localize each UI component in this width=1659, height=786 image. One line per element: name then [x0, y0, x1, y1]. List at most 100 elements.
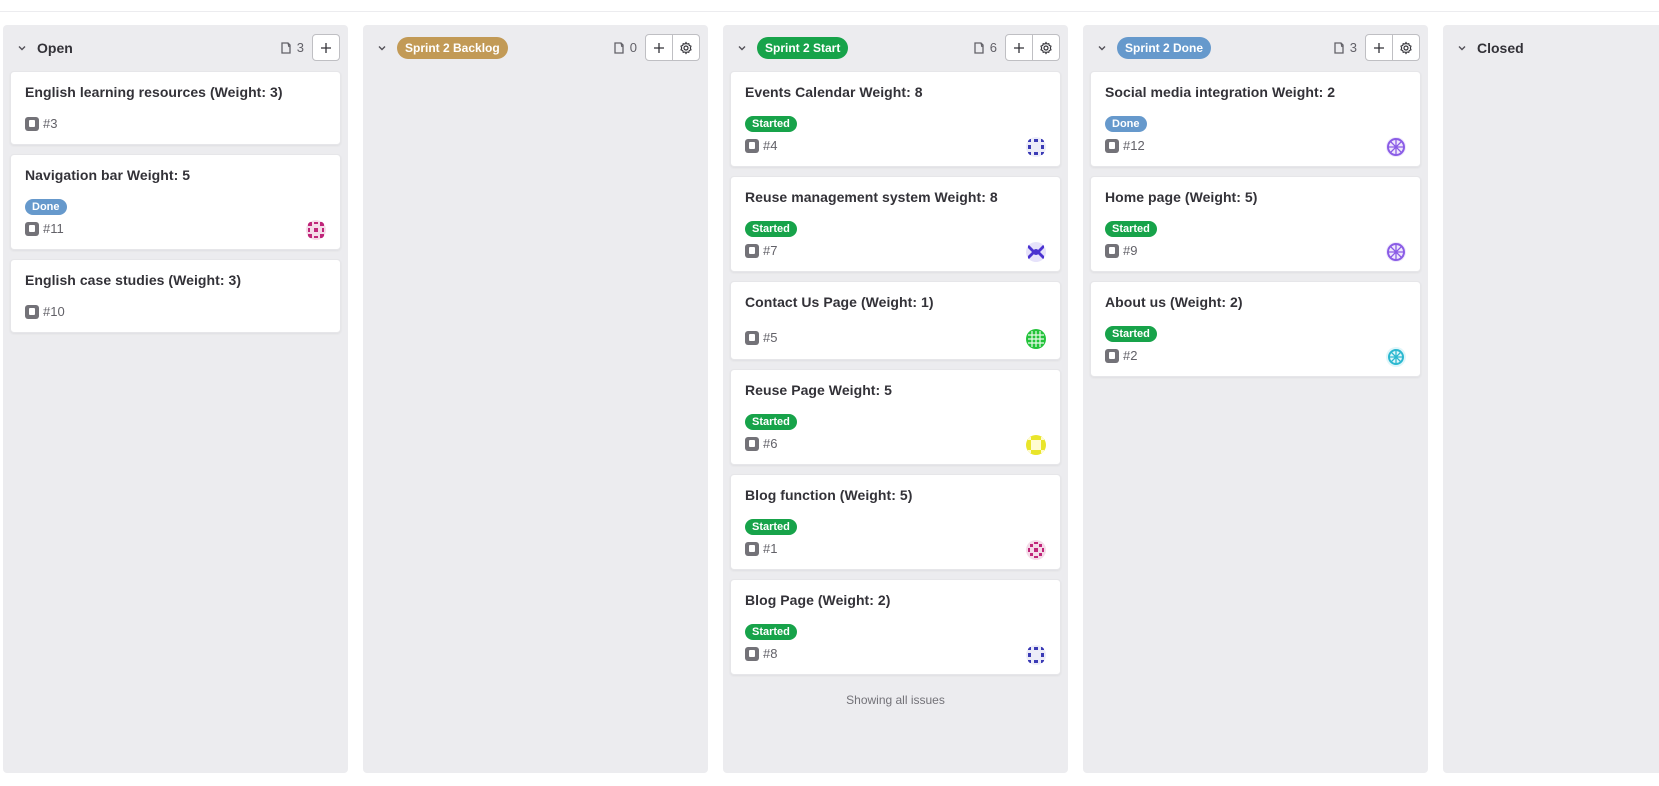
issue-number: #1 — [763, 541, 778, 556]
issue-number: #5 — [763, 330, 778, 345]
issue-card[interactable]: Blog Page (Weight: 2) Started #8 — [730, 579, 1061, 675]
chevron-down-icon[interactable] — [15, 41, 29, 55]
issues-icon — [1334, 41, 1344, 54]
board-column-sprint-2-backlog: Sprint 2 Backlog 0 — [363, 25, 708, 773]
issue-type-icon — [1105, 138, 1119, 153]
issue-card[interactable]: Home page (Weight: 5) Started #9 — [1090, 176, 1421, 272]
issue-number: #7 — [763, 243, 778, 258]
issues-icon — [614, 41, 624, 54]
chevron-down-icon[interactable] — [375, 41, 389, 55]
new-issue-button[interactable] — [1365, 34, 1393, 61]
card-title[interactable]: English case studies (Weight: 3) — [25, 272, 241, 288]
list-settings-button[interactable] — [1392, 34, 1420, 61]
column-header: Sprint 2 Start 6 — [723, 25, 1068, 71]
board-column-open: Open 3 English learning resources (Weigh… — [3, 25, 348, 773]
status-badge[interactable]: Started — [1105, 221, 1157, 237]
issue-card[interactable]: Reuse Page Weight: 5 Started #6 — [730, 369, 1061, 465]
issue-number: #4 — [763, 138, 778, 153]
issue-reference: #12 — [1105, 138, 1145, 153]
issue-reference: #6 — [745, 436, 777, 451]
board-column-closed: Closed — [1443, 25, 1659, 773]
issue-card[interactable]: Contact Us Page (Weight: 1) #5 — [730, 281, 1061, 360]
issue-board: Open 3 English learning resources (Weigh… — [0, 25, 1659, 773]
chevron-down-icon[interactable] — [1455, 41, 1469, 55]
card-title[interactable]: Reuse management system Weight: 8 — [745, 189, 998, 205]
issue-type-icon — [745, 436, 759, 451]
assignee-avatar[interactable] — [1026, 435, 1046, 455]
issue-card[interactable]: Navigation bar Weight: 5 Done #11 — [10, 154, 341, 250]
issue-number: #6 — [763, 436, 778, 451]
assignee-avatar[interactable] — [306, 220, 326, 240]
issue-number: #10 — [43, 304, 65, 319]
issue-type-icon — [745, 138, 759, 153]
status-badge[interactable]: Started — [745, 519, 797, 535]
card-title[interactable]: About us (Weight: 2) — [1105, 294, 1243, 310]
assignee-avatar[interactable] — [1026, 540, 1046, 560]
column-title: Closed — [1477, 40, 1524, 56]
status-badge[interactable]: Started — [1105, 326, 1157, 342]
top-bar — [0, 0, 1659, 12]
assignee-avatar[interactable] — [1026, 645, 1046, 665]
new-issue-button[interactable] — [645, 34, 673, 61]
card-title[interactable]: Home page (Weight: 5) — [1105, 189, 1257, 205]
assignee-avatar[interactable] — [1386, 347, 1406, 367]
status-badge[interactable]: Done — [1105, 116, 1147, 132]
card-title[interactable]: Blog function (Weight: 5) — [745, 487, 912, 503]
status-badge[interactable]: Started — [745, 116, 797, 132]
issue-type-icon — [745, 541, 759, 556]
issue-reference: #5 — [745, 330, 777, 345]
assignee-avatar[interactable] — [1026, 137, 1046, 157]
issue-card[interactable]: Reuse management system Weight: 8 Starte… — [730, 176, 1061, 272]
chevron-down-icon[interactable] — [735, 41, 749, 55]
issue-card[interactable]: English case studies (Weight: 3) #10 — [10, 259, 341, 333]
column-label[interactable]: Sprint 2 Done — [1117, 37, 1212, 59]
issue-card[interactable]: Social media integration Weight: 2 Done … — [1090, 71, 1421, 167]
list-settings-button[interactable] — [1032, 34, 1060, 61]
issue-count: 6 — [972, 40, 997, 55]
status-badge[interactable]: Started — [745, 624, 797, 640]
assignee-avatar[interactable] — [1026, 329, 1046, 349]
issue-number: #9 — [1123, 243, 1138, 258]
issue-number: #8 — [763, 646, 778, 661]
board-column-sprint-2-start: Sprint 2 Start 6 Events Calendar Weight:… — [723, 25, 1068, 773]
card-title[interactable]: Events Calendar Weight: 8 — [745, 84, 923, 100]
card-title[interactable]: Social media integration Weight: 2 — [1105, 84, 1335, 100]
issue-count: 3 — [279, 40, 304, 55]
column-label[interactable]: Sprint 2 Start — [757, 37, 849, 59]
column-header: Closed — [1443, 25, 1659, 71]
new-issue-button[interactable] — [312, 34, 340, 61]
issue-type-icon — [25, 221, 39, 236]
status-badge[interactable]: Started — [745, 414, 797, 430]
issue-type-icon — [745, 330, 759, 345]
card-title[interactable]: Blog Page (Weight: 2) — [745, 592, 890, 608]
column-title: Open — [37, 40, 73, 56]
chevron-down-icon[interactable] — [1095, 41, 1109, 55]
plus-icon — [1014, 42, 1024, 53]
issue-card[interactable]: About us (Weight: 2) Started #2 — [1090, 281, 1421, 377]
new-issue-button[interactable] — [1005, 34, 1033, 61]
issue-card[interactable]: English learning resources (Weight: 3) #… — [10, 71, 341, 145]
issue-type-icon — [1105, 348, 1119, 363]
issue-type-icon — [1105, 243, 1119, 258]
card-title[interactable]: English learning resources (Weight: 3) — [25, 84, 283, 100]
card-title[interactable]: Reuse Page Weight: 5 — [745, 382, 892, 398]
gear-icon — [1040, 41, 1052, 54]
list-settings-button[interactable] — [672, 34, 700, 61]
issue-count-value: 0 — [629, 40, 637, 55]
status-badge[interactable]: Started — [745, 221, 797, 237]
assignee-avatar[interactable] — [1026, 242, 1046, 262]
column-header: Sprint 2 Done 3 — [1083, 25, 1428, 71]
card-title[interactable]: Contact Us Page (Weight: 1) — [745, 294, 934, 310]
assignee-avatar[interactable] — [1386, 242, 1406, 262]
issue-count: 0 — [612, 40, 637, 55]
column-label[interactable]: Sprint 2 Backlog — [397, 37, 508, 59]
gear-icon — [1400, 41, 1412, 54]
issue-count: 3 — [1332, 40, 1357, 55]
issue-reference: #8 — [745, 646, 777, 661]
issue-card[interactable]: Events Calendar Weight: 8 Started #4 — [730, 71, 1061, 167]
assignee-avatar[interactable] — [1386, 137, 1406, 157]
issue-card[interactable]: Blog function (Weight: 5) Started #1 — [730, 474, 1061, 570]
issue-reference: #7 — [745, 243, 777, 258]
status-badge[interactable]: Done — [25, 199, 67, 215]
card-title[interactable]: Navigation bar Weight: 5 — [25, 167, 190, 183]
